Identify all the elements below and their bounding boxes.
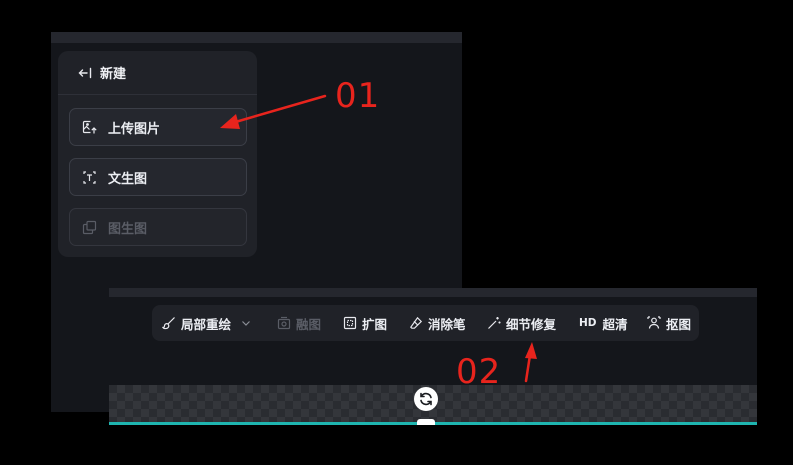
- tool-inpaint-label: 局部重绘: [181, 316, 232, 332]
- image-to-image-icon: [82, 220, 97, 235]
- tool-blend[interactable]: 融图: [277, 305, 321, 341]
- refresh-icon: [420, 392, 432, 406]
- annotation-step-01: 01: [335, 76, 381, 116]
- chevron-down-icon[interactable]: [241, 318, 251, 328]
- text-to-image-label: 文生图: [108, 171, 148, 187]
- new-menu-panel: 新建 上传图片 文生图 图生图: [58, 51, 257, 257]
- tool-inpaint[interactable]: 局部重绘: [162, 305, 251, 341]
- top-bar: [109, 288, 757, 297]
- edit-toolbar-screenshot: 局部重绘 融图 扩图 消除笔 细节修复 HD 超清 抠图: [109, 288, 757, 425]
- tool-detail-repair-label: 细节修复: [506, 316, 557, 332]
- tool-eraser[interactable]: 消除笔: [409, 305, 466, 341]
- tool-eraser-label: 消除笔: [428, 316, 466, 332]
- image-to-image-button[interactable]: 图生图: [69, 208, 247, 246]
- back-arrow-icon[interactable]: [78, 66, 92, 80]
- refresh-button[interactable]: [414, 387, 438, 411]
- tool-cutout[interactable]: 抠图: [647, 305, 691, 341]
- expand-image-icon: [343, 316, 357, 330]
- blend-image-icon: [277, 316, 291, 330]
- canvas-resize-handle[interactable]: [417, 419, 435, 425]
- image-to-image-label: 图生图: [108, 221, 148, 237]
- tool-hd[interactable]: HD 超清: [579, 305, 628, 341]
- text-to-image-icon: [82, 170, 97, 185]
- upload-image-icon: [82, 120, 97, 135]
- edit-toolbar: 局部重绘 融图 扩图 消除笔 细节修复 HD 超清 抠图: [152, 305, 699, 341]
- eraser-icon: [409, 316, 423, 330]
- inpaint-brush-icon: [162, 316, 176, 330]
- tool-detail-repair[interactable]: 细节修复: [487, 305, 556, 341]
- tool-blend-label: 融图: [296, 316, 322, 332]
- upload-image-label: 上传图片: [108, 121, 161, 137]
- menu-header: 新建: [58, 51, 257, 95]
- text-to-image-button[interactable]: 文生图: [69, 158, 247, 196]
- tool-expand[interactable]: 扩图: [343, 305, 387, 341]
- magic-wand-icon: [487, 316, 501, 330]
- upload-image-button[interactable]: 上传图片: [69, 108, 247, 146]
- tool-expand-label: 扩图: [362, 316, 388, 332]
- hd-icon: HD: [579, 317, 597, 329]
- tool-hd-label: 超清: [602, 316, 628, 332]
- menu-title: 新建: [100, 67, 127, 82]
- top-bar: [51, 32, 462, 43]
- cutout-person-icon: [647, 316, 661, 330]
- annotation-step-02: 02: [456, 352, 502, 392]
- tool-cutout-label: 抠图: [666, 316, 692, 332]
